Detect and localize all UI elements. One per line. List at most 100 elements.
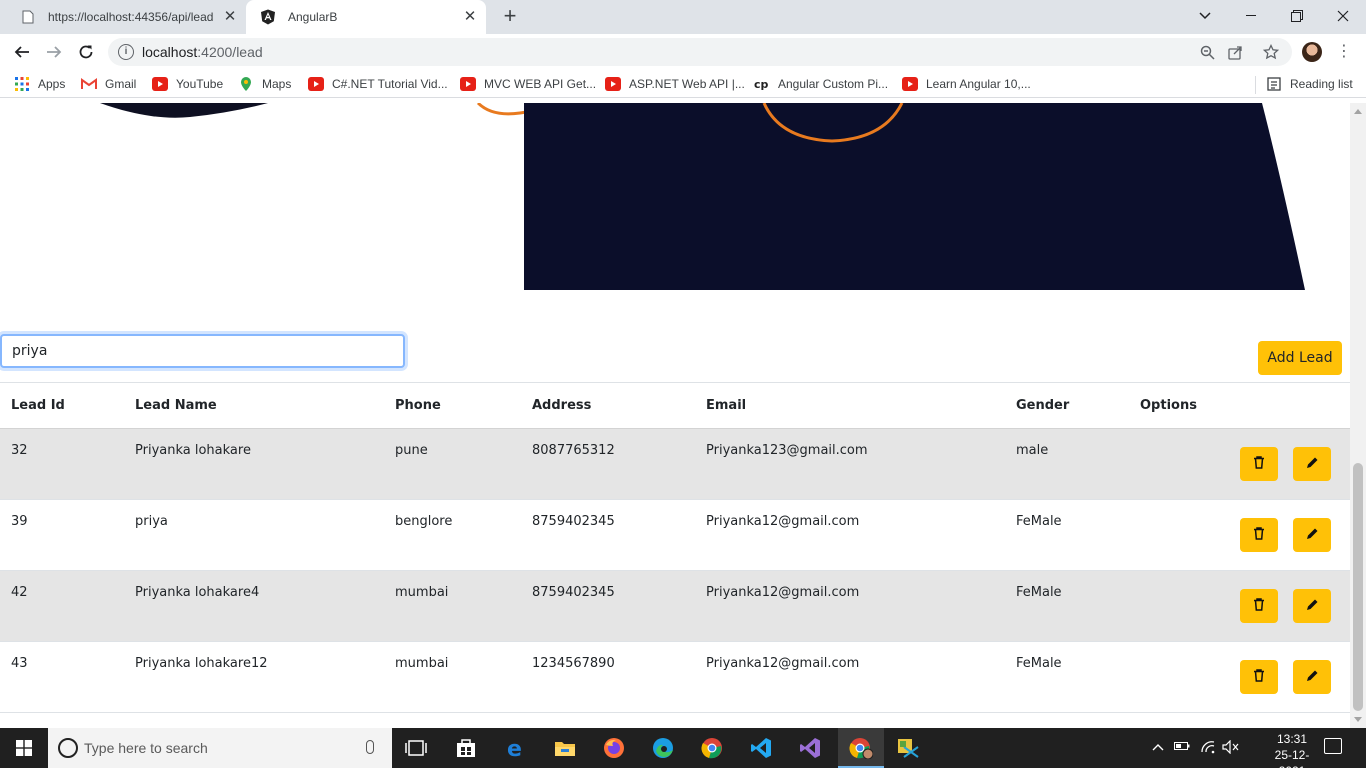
bookmark-star-icon[interactable] [1262,43,1280,61]
cell-email: Priyanka123@gmail.com [706,443,868,458]
bookmark-label: Maps [262,77,292,91]
restore-icon[interactable] [1274,0,1320,32]
cell-phone: mumbai [395,656,449,671]
reload-icon[interactable] [74,40,98,64]
visual-studio-icon[interactable] [796,734,824,762]
scroll-up-icon[interactable] [1354,109,1362,114]
col-options: Options [1140,398,1197,413]
back-icon[interactable] [10,40,34,64]
tab-title: AngularB [288,10,338,24]
cell-email: Priyanka12@gmail.com [706,514,860,529]
close-window-icon[interactable] [1320,0,1366,32]
edge-icon[interactable] [649,734,677,762]
delete-button[interactable] [1240,447,1278,481]
minimize-icon[interactable] [1228,0,1274,32]
bookmark-label: Learn Angular 10,... [926,77,1031,91]
tab-search-chevron-icon[interactable] [1182,0,1228,32]
task-view-icon[interactable] [402,734,430,762]
edge-legacy-icon[interactable]: e [502,734,530,762]
sql-tool-icon[interactable] [894,734,922,762]
reading-list-button[interactable]: Reading list [1266,75,1353,93]
close-tab-icon[interactable]: ✕ [222,9,238,25]
cell-lead-name: Priyanka lohakare [135,443,251,458]
cell-lead-name: Priyanka lohakare4 [135,585,260,600]
windows-start-icon[interactable] [0,728,48,768]
tab-angularb[interactable]: AngularB ✕ [246,0,486,34]
vscode-icon[interactable] [747,734,775,762]
delete-button[interactable] [1240,518,1278,552]
bookmark-label: C#.NET Tutorial Vid... [332,77,448,91]
cell-lead-name: Priyanka lohakare12 [135,656,268,671]
pencil-icon [1305,456,1319,473]
svg-text:e: e [507,737,522,759]
cell-gender: FeMale [1016,585,1062,600]
bookmark-aspnet-web-api[interactable]: ASP.NET Web API |... [605,75,745,93]
wifi-icon[interactable] [1200,740,1216,757]
scroll-down-icon[interactable] [1354,717,1362,722]
volume-muted-icon[interactable] [1222,739,1240,757]
chrome-icon[interactable] [698,734,726,762]
cell-address: 8087765312 [532,443,615,458]
add-lead-button[interactable]: Add Lead [1258,341,1342,375]
cell-phone: mumbai [395,585,449,600]
col-lead-name: Lead Name [135,398,217,413]
cell-phone: benglore [395,514,453,529]
chrome-profile-icon[interactable] [847,734,875,762]
cell-address: 1234567890 [532,656,615,671]
cortana-icon [58,738,78,758]
edit-button[interactable] [1293,660,1331,694]
system-clock[interactable]: 13:31 25-12-2021 [1262,731,1322,768]
share-icon[interactable] [1226,43,1244,61]
bookmark-youtube[interactable]: YouTube [152,75,223,93]
zoom-icon[interactable] [1198,43,1216,61]
table-row: 39 priya benglore 8759402345 Priyanka12@… [0,500,1350,571]
bookmark-gmail[interactable]: Gmail [81,75,136,93]
reading-list-label: Reading list [1290,77,1353,91]
document-icon [20,9,36,25]
page-scrollbar[interactable] [1350,103,1366,728]
bookmark-apps[interactable]: Apps [14,75,65,93]
url-path: :4200/lead [197,44,263,60]
page-viewport: Add Lead Lead Id Lead Name Phone Address… [0,103,1350,728]
tray-chevron-icon[interactable] [1152,740,1164,754]
firefox-icon[interactable] [600,734,628,762]
row-actions-2 [0,500,1350,552]
new-tab-icon[interactable]: + [498,5,522,29]
edit-button[interactable] [1293,589,1331,623]
bookmark-angular-custom-pipe[interactable]: cp Angular Custom Pi... [754,75,888,93]
scrollbar-thumb[interactable] [1353,463,1363,711]
store-icon[interactable] [452,734,480,762]
edit-button[interactable] [1293,518,1331,552]
microphone-icon[interactable] [366,740,374,754]
browser-menu-icon[interactable]: ⋮ [1336,40,1352,64]
reading-list-icon [1266,77,1282,91]
profile-avatar[interactable] [1302,42,1322,62]
address-bar[interactable]: i localhost:4200/lead [108,38,1292,66]
notification-center-icon[interactable] [1324,738,1342,754]
delete-button[interactable] [1240,660,1278,694]
cell-gender: FeMale [1016,514,1062,529]
bookmark-mvc-web-api[interactable]: MVC WEB API Get... [460,75,596,93]
col-gender: Gender [1016,398,1070,413]
tab-api-lead[interactable]: https://localhost:44356/api/lead ✕ [6,0,246,34]
taskbar-search-box[interactable]: Type here to search [48,728,392,768]
forward-icon[interactable] [42,40,66,64]
bookmark-maps[interactable]: Maps [238,75,291,93]
tab-title: https://localhost:44356/api/lead [48,10,214,24]
col-email: Email [706,398,747,413]
cell-address: 8759402345 [532,514,615,529]
bookmark-learn-angular[interactable]: Learn Angular 10,... [902,75,1031,93]
edit-button[interactable] [1293,447,1331,481]
bookmark-label: MVC WEB API Get... [484,77,597,91]
windows-taskbar: Type here to search e 13:31 25-12- [0,728,1366,768]
delete-button[interactable] [1240,589,1278,623]
bookmark-label: Apps [38,77,66,91]
file-explorer-icon[interactable] [551,734,579,762]
close-tab-icon[interactable]: ✕ [462,9,478,25]
youtube-icon [308,77,324,91]
battery-icon[interactable] [1174,740,1190,754]
address-url[interactable]: localhost:4200/lead [142,44,263,60]
lead-search-input[interactable] [0,334,405,368]
bookmark-csharp-tutorial[interactable]: C#.NET Tutorial Vid... [308,75,448,93]
site-info-icon[interactable]: i [118,44,134,60]
